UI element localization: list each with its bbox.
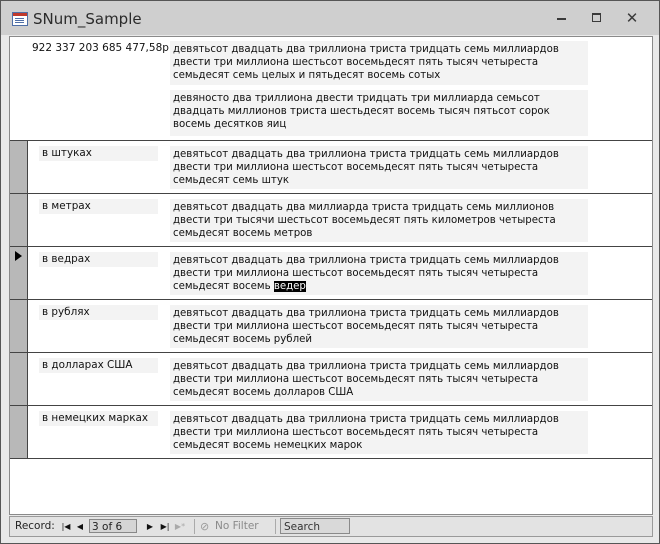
close-icon: ✕ [625,9,639,27]
divider [194,519,195,534]
selected-text: ведер [273,281,306,293]
next-record-icon[interactable]: ▶ [144,517,156,536]
unit-field[interactable]: в немецких марках [39,411,158,426]
amount-words-field[interactable]: девятьсот двадцать два триллиона триста … [170,358,588,401]
divider [275,519,276,534]
form-window: SNum_Sample ✕ 922 337 203 685 477,58р. д… [0,0,660,544]
record-row-current: в ведрах девятьсот двадцать два триллион… [10,247,652,300]
record-selector[interactable] [10,353,28,405]
record-label: Record: [15,520,55,532]
last-record-icon[interactable]: ▶| [159,517,171,536]
minimize-icon [556,17,566,20]
amount-words-field[interactable]: девятьсот двадцать два триллиона триста … [170,411,588,454]
amount-words-field[interactable]: девятьсот двадцать два миллиарда триста … [170,199,588,242]
record-row: в долларах США девятьсот двадцать два тр… [10,353,652,406]
maximize-icon [591,13,601,22]
close-button[interactable]: ✕ [617,7,647,29]
form-header: 922 337 203 685 477,58р. девятьсот двадц… [10,37,652,141]
amount-words-field[interactable]: девятьсот двадцать два триллиона триста … [170,252,588,295]
form-icon [12,12,28,26]
previous-record-icon[interactable]: ◀ [74,517,86,536]
unit-field[interactable]: в долларах США [39,358,158,373]
first-record-icon[interactable]: |◀ [60,517,72,536]
amount-words-field[interactable]: девятьсот двадцать два триллиона триста … [170,146,588,189]
window-title: SNum_Sample [33,10,142,28]
record-selector[interactable] [10,194,28,246]
eggs-in-words-field[interactable]: девяносто два триллиона двести тридцать … [170,90,588,136]
new-record-icon[interactable]: ▶* [174,517,186,536]
record-navigation-bar: Record: |◀ ◀ 3 of 6 ▶ ▶| ▶* ⊘ No Filter … [9,516,653,537]
unit-field[interactable]: в ведрах [39,252,158,267]
title-bar[interactable]: SNum_Sample ✕ [1,1,659,35]
filter-icon[interactable]: ⊘ [200,517,209,536]
record-row: в штуках девятьсот двадцать два триллион… [10,141,652,194]
filter-toggle[interactable]: No Filter [215,517,259,536]
record-selector[interactable] [10,300,28,352]
record-row: в рублях девятьсот двадцать два триллион… [10,300,652,353]
record-row: в немецких марках девятьсот двадцать два… [10,406,652,459]
number-in-words-field[interactable]: девятьсот двадцать два триллиона триста … [170,41,588,85]
maximize-button[interactable] [581,7,611,29]
form-body: 922 337 203 685 477,58р. девятьсот двадц… [9,36,653,515]
number-field[interactable]: 922 337 203 685 477,58р. [32,42,172,58]
search-input[interactable]: Search [280,518,350,534]
record-row: в метрах девятьсот двадцать два миллиард… [10,194,652,247]
current-record-selector[interactable] [10,247,28,299]
record-selector[interactable] [10,141,28,193]
minimize-button[interactable] [546,7,576,29]
unit-field[interactable]: в рублях [39,305,158,320]
record-selector[interactable] [10,406,28,458]
record-position-box[interactable]: 3 of 6 [89,519,137,533]
amount-words-text: девятьсот двадцать два триллиона триста … [173,255,559,293]
amount-words-field[interactable]: девятьсот двадцать два триллиона триста … [170,305,588,348]
unit-field[interactable]: в метрах [39,199,158,214]
unit-field[interactable]: в штуках [39,146,158,161]
